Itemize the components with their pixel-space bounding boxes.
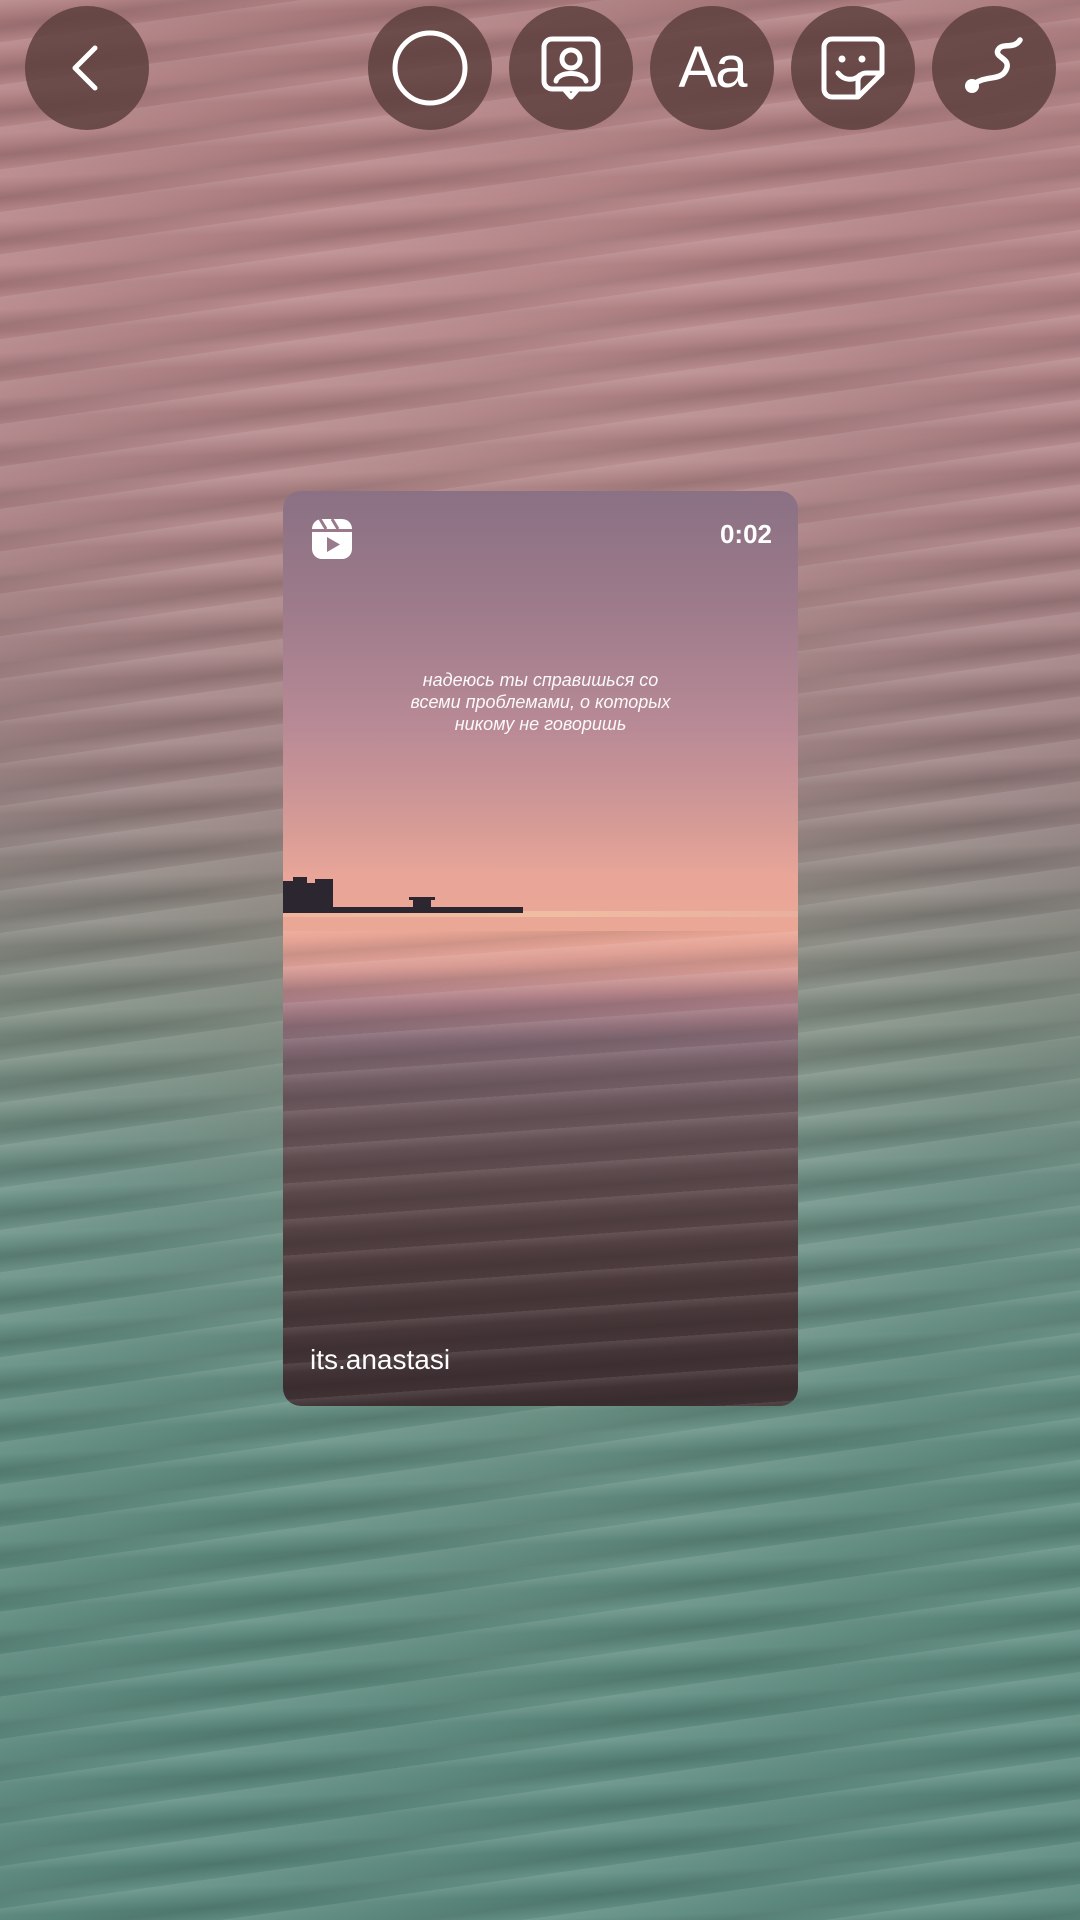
reels-play-icon <box>312 518 352 559</box>
reel-caption: надеюсь ты справишься со всеми проблемам… <box>323 669 758 735</box>
circle-outline-icon <box>392 30 468 106</box>
back-button[interactable] <box>25 6 149 130</box>
chevron-left-icon <box>72 45 98 91</box>
text-button[interactable]: Aa <box>650 6 774 130</box>
sea-waves <box>283 931 798 1406</box>
caption-line: надеюсь ты справишься со <box>422 670 659 690</box>
caption-line: всеми проблемами, о которых <box>410 692 671 712</box>
text-aa-icon: Aa <box>678 35 748 100</box>
mention-button[interactable] <box>509 6 633 130</box>
capture-button[interactable] <box>368 6 492 130</box>
reel-preview-card[interactable]: 0:02 надеюсь ты справишься со всеми проб… <box>283 491 798 1406</box>
caption-line: никому не говоришь <box>454 714 627 734</box>
reel-author[interactable]: its.anastasi <box>310 1344 450 1376</box>
sticker-button[interactable] <box>791 6 915 130</box>
sticker-face-icon <box>821 36 885 100</box>
squiggle-draw-icon <box>965 37 1023 93</box>
video-duration: 0:02 <box>719 519 772 549</box>
pier-silhouette <box>283 877 523 913</box>
portrait-icon <box>541 36 601 100</box>
draw-button[interactable] <box>932 6 1056 130</box>
top-toolbar: Aa <box>0 0 1080 140</box>
